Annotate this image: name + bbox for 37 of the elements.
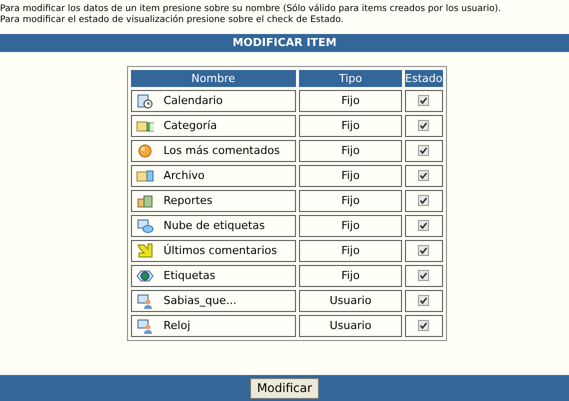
user-icon	[136, 293, 154, 309]
status-checkbox[interactable]	[418, 295, 430, 306]
column-header: Nombre	[130, 70, 296, 87]
status-checkbox[interactable]	[418, 320, 430, 332]
modify-button[interactable]: Modificar	[250, 378, 320, 398]
folder-icon	[136, 168, 154, 184]
calendar-clock-icon	[136, 93, 154, 109]
status-checkbox[interactable]	[418, 145, 430, 156]
status-checkbox[interactable]	[418, 270, 430, 282]
type-cell: Fijo	[299, 165, 402, 187]
type-cell: Fijo	[299, 115, 402, 137]
chat-icon	[136, 218, 154, 234]
status-checkbox[interactable]	[418, 245, 430, 256]
arrow-icon	[136, 243, 154, 259]
type-cell: Fijo	[299, 215, 402, 237]
type-cell: Fijo	[299, 240, 402, 262]
item-name-link[interactable]: Archivo	[164, 168, 205, 184]
status-checkbox[interactable]	[418, 195, 430, 206]
type-cell: Usuario	[299, 315, 402, 337]
status-checkbox[interactable]	[418, 120, 430, 132]
title: MODIFICAR ITEM	[232, 34, 337, 51]
globe-icon	[136, 268, 154, 284]
instruction-text: Para modificar el estado de visualización presione sobre el check de Estado.	[0, 15, 345, 26]
item-name-link[interactable]: Reloj	[164, 318, 190, 334]
type-cell: Fijo	[299, 140, 402, 162]
user-icon	[136, 318, 154, 334]
status-checkbox[interactable]	[418, 170, 430, 182]
type-cell: Usuario	[299, 290, 402, 312]
instruction-text: Para modificar los datos de un item presione sobre su nombre (Sólo válido para items creados por los usuario).	[0, 4, 502, 14]
ball-icon	[136, 143, 154, 159]
column-header: Tipo	[299, 70, 402, 87]
status-checkbox[interactable]	[418, 95, 430, 106]
status-checkbox[interactable]	[418, 220, 430, 232]
type-cell: Fijo	[299, 190, 402, 212]
type-cell: Fijo	[299, 90, 402, 112]
column-header: Estado	[405, 70, 442, 87]
type-cell: Fijo	[299, 265, 402, 287]
